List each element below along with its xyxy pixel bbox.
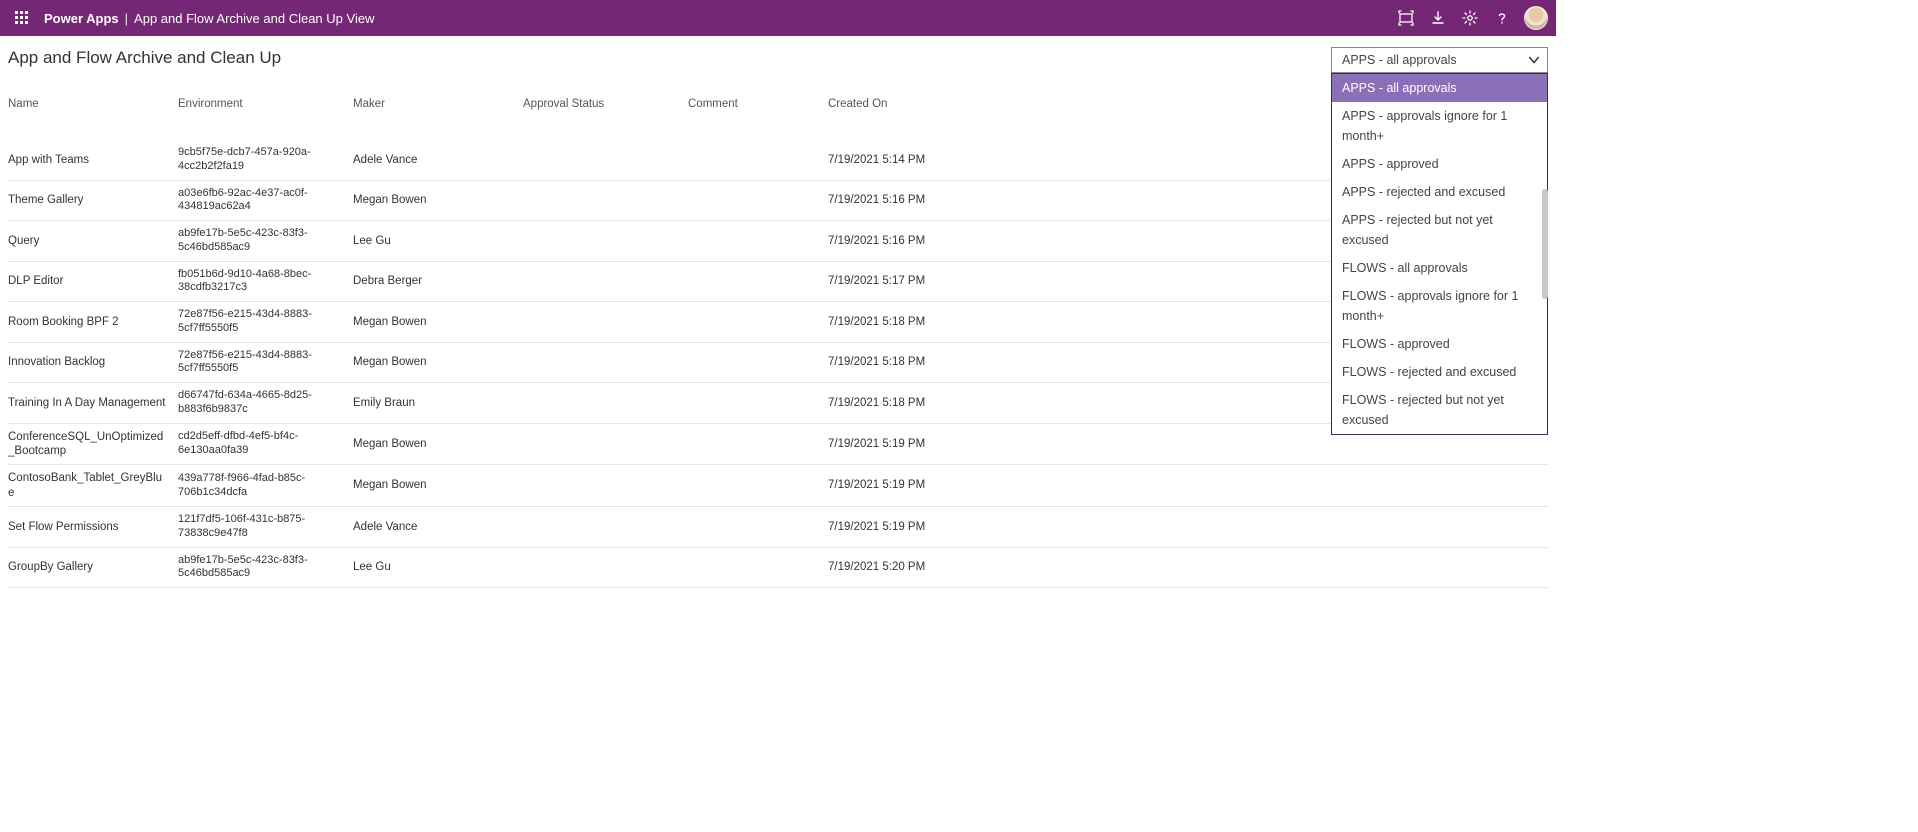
cell-name: Set Flow Permissions (8, 520, 178, 534)
fit-to-screen-button[interactable] (1390, 2, 1422, 34)
cell-name: ContosoBank_Tablet_GreyBlue (8, 471, 178, 500)
waffle-icon (15, 11, 29, 25)
table-row[interactable]: GroupBy Galleryab9fe17b-5e5c-423c-83f3-5… (8, 548, 1548, 589)
filter-option[interactable]: FLOWS - approvals ignore for 1 month+ (1332, 282, 1547, 330)
table-row[interactable]: Theme Gallerya03e6fb6-92ac-4e37-ac0f-434… (8, 181, 1548, 222)
page-body: App and Flow Archive and Clean Up APPS -… (0, 36, 1556, 675)
page-title: App and Flow Archive and Clean Up (8, 48, 1548, 68)
cell-env: 121f7df5-106f-431c-b875-73838c9e47f8 (178, 513, 353, 541)
help-button[interactable] (1486, 2, 1518, 34)
filter-option[interactable]: APPS - rejected and excused (1332, 178, 1547, 206)
cell-env: 72e87f56-e215-43d4-8883-5cf7ff5550f5 (178, 308, 353, 336)
download-button[interactable] (1422, 2, 1454, 34)
cell-created: 7/19/2021 5:19 PM (828, 520, 988, 534)
filter-option[interactable]: APPS - rejected but not yet excused (1332, 206, 1547, 254)
cell-env: ab9fe17b-5e5c-423c-83f3-5c46bd585ac9 (178, 227, 353, 255)
title-separator: | (125, 11, 128, 26)
col-comment[interactable]: Comment (688, 98, 828, 110)
data-table: Name Environment Maker Approval Status C… (8, 92, 1548, 588)
table-header: Name Environment Maker Approval Status C… (8, 92, 1548, 140)
view-filter: APPS - all approvals APPS - all approval… (1331, 47, 1548, 435)
cell-created: 7/19/2021 5:18 PM (828, 355, 988, 369)
table-row[interactable]: Set Flow Permissions121f7df5-106f-431c-b… (8, 507, 1548, 548)
filter-option[interactable]: FLOWS - all approvals (1332, 254, 1547, 282)
cell-env: 439a778f-f966-4fad-b85c-706b1c34dcfa (178, 472, 353, 500)
col-maker[interactable]: Maker (353, 98, 523, 110)
settings-button[interactable] (1454, 2, 1486, 34)
cell-created: 7/19/2021 5:18 PM (828, 315, 988, 329)
options-scrollbar[interactable] (1542, 189, 1548, 299)
filter-option[interactable]: APPS - all approvals (1332, 74, 1547, 102)
filter-option[interactable]: FLOWS - approved (1332, 330, 1547, 358)
cell-created: 7/19/2021 5:14 PM (828, 153, 988, 167)
view-filter-selected: APPS - all approvals (1342, 53, 1457, 67)
cell-created: 7/19/2021 5:16 PM (828, 193, 988, 207)
cell-maker: Megan Bowen (353, 193, 523, 207)
cell-name: App with Teams (8, 153, 178, 167)
view-filter-options: APPS - all approvals APPS - approvals ig… (1331, 73, 1548, 435)
cell-env: cd2d5eff-dfbd-4ef5-bf4c-6e130aa0fa39 (178, 430, 353, 458)
cell-name: Innovation Backlog (8, 355, 178, 369)
cell-created: 7/19/2021 5:19 PM (828, 478, 988, 492)
cell-maker: Megan Bowen (353, 437, 523, 451)
table-row[interactable]: ContosoBank_Tablet_GreyBlue439a778f-f966… (8, 465, 1548, 507)
app-header: Power Apps | App and Flow Archive and Cl… (0, 0, 1556, 36)
chevron-down-icon (1527, 53, 1541, 67)
cell-maker: Megan Bowen (353, 315, 523, 329)
table-row[interactable]: ConferenceSQL_UnOptimized_Bootcampcd2d5e… (8, 424, 1548, 466)
cell-env: fb051b6d-9d10-4a68-8bec-38cdfb3217c3 (178, 268, 353, 296)
cell-env: 72e87f56-e215-43d4-8883-5cf7ff5550f5 (178, 349, 353, 377)
cell-name: Room Booking BPF 2 (8, 315, 178, 329)
cell-maker: Emily Braun (353, 396, 523, 410)
col-name[interactable]: Name (8, 98, 178, 110)
cell-maker: Lee Gu (353, 234, 523, 248)
cell-maker: Lee Gu (353, 560, 523, 574)
gear-icon (1462, 10, 1478, 26)
user-avatar[interactable] (1524, 6, 1548, 30)
cell-name: GroupBy Gallery (8, 560, 178, 574)
table-row[interactable]: Queryab9fe17b-5e5c-423c-83f3-5c46bd585ac… (8, 221, 1548, 262)
cell-env: d66747fd-634a-4665-8d25-b883f6b9837c (178, 389, 353, 417)
app-launcher-button[interactable] (8, 4, 36, 32)
filter-option[interactable]: APPS - approvals ignore for 1 month+ (1332, 102, 1547, 150)
filter-option[interactable]: APPS - approved (1332, 150, 1547, 178)
filter-option[interactable]: FLOWS - rejected but not yet excused (1332, 386, 1547, 434)
cell-maker: Debra Berger (353, 274, 523, 288)
brand-name: Power Apps (44, 11, 119, 26)
help-icon (1494, 10, 1510, 26)
cell-maker: Adele Vance (353, 520, 523, 534)
table-row[interactable]: Room Booking BPF 272e87f56-e215-43d4-888… (8, 302, 1548, 343)
cell-created: 7/19/2021 5:18 PM (828, 396, 988, 410)
cell-env: 9cb5f75e-dcb7-457a-920a-4cc2b2f2fa19 (178, 146, 353, 174)
cell-created: 7/19/2021 5:17 PM (828, 274, 988, 288)
app-title: App and Flow Archive and Clean Up View (134, 11, 374, 26)
cell-env: ab9fe17b-5e5c-423c-83f3-5c46bd585ac9 (178, 554, 353, 582)
table-row[interactable]: DLP Editorfb051b6d-9d10-4a68-8bec-38cdfb… (8, 262, 1548, 303)
table-row[interactable]: Innovation Backlog72e87f56-e215-43d4-888… (8, 343, 1548, 384)
cell-env: a03e6fb6-92ac-4e37-ac0f-434819ac62a4 (178, 187, 353, 215)
cell-created: 7/19/2021 5:16 PM (828, 234, 988, 248)
col-approval-status[interactable]: Approval Status (523, 98, 688, 110)
table-body: App with Teams9cb5f75e-dcb7-457a-920a-4c… (8, 140, 1548, 588)
download-icon (1430, 10, 1446, 26)
col-environment[interactable]: Environment (178, 98, 353, 110)
cell-name: Query (8, 234, 178, 248)
cell-maker: Adele Vance (353, 153, 523, 167)
cell-created: 7/19/2021 5:20 PM (828, 560, 988, 574)
cell-maker: Megan Bowen (353, 355, 523, 369)
cell-name: ConferenceSQL_UnOptimized_Bootcamp (8, 430, 178, 459)
cell-maker: Megan Bowen (353, 478, 523, 492)
col-created-on[interactable]: Created On (828, 98, 988, 110)
table-row[interactable]: Training In A Day Managementd66747fd-634… (8, 383, 1548, 424)
filter-option[interactable]: FLOWS - rejected and excused (1332, 358, 1547, 386)
table-row[interactable]: App with Teams9cb5f75e-dcb7-457a-920a-4c… (8, 140, 1548, 181)
cell-name: Training In A Day Management (8, 396, 178, 410)
cell-created: 7/19/2021 5:19 PM (828, 437, 988, 451)
fit-icon (1398, 10, 1414, 26)
cell-name: DLP Editor (8, 274, 178, 288)
view-filter-select[interactable]: APPS - all approvals (1331, 47, 1548, 73)
cell-name: Theme Gallery (8, 193, 178, 207)
